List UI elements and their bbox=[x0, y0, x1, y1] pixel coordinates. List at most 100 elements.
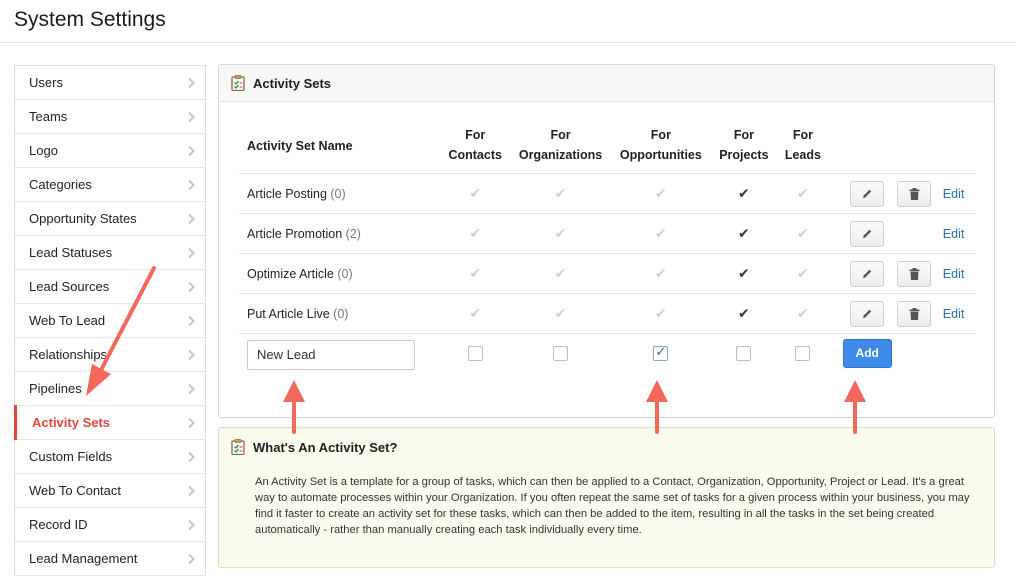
sidebar-item-label: Logo bbox=[29, 143, 58, 158]
activity-sets-panel: Activity Sets Activity Set Name For Conta… bbox=[218, 64, 995, 418]
sidebar-item-categories[interactable]: Categories bbox=[15, 168, 205, 202]
chevron-right-icon bbox=[188, 315, 195, 327]
chevron-right-icon bbox=[188, 111, 195, 123]
projects-checkbox[interactable] bbox=[736, 346, 752, 362]
sidebar-item-opportunity-states[interactable]: Opportunity States bbox=[15, 202, 205, 236]
leads-checkbox[interactable] bbox=[795, 346, 811, 362]
task-count: (2) bbox=[345, 226, 361, 241]
sidebar-item-label: Users bbox=[29, 75, 63, 90]
sidebar-item-label: Lead Statuses bbox=[29, 245, 113, 260]
sidebar-item-label: Teams bbox=[29, 109, 68, 124]
edit-pencil-button[interactable] bbox=[850, 300, 885, 327]
sidebar-item-teams[interactable]: Teams bbox=[15, 100, 205, 134]
clipboard-icon bbox=[231, 439, 245, 455]
chevron-right-icon bbox=[188, 179, 195, 191]
checkmark-icon: ✔ bbox=[469, 225, 482, 241]
checkmark-icon: ✔ bbox=[469, 185, 482, 201]
checkmark-icon: ✔ bbox=[738, 265, 750, 281]
checkmark-icon: ✔ bbox=[797, 225, 809, 241]
sidebar-item-users[interactable]: Users bbox=[15, 66, 205, 100]
task-count: (0) bbox=[330, 186, 346, 201]
column-header-organizations: For Organizations bbox=[518, 128, 603, 162]
chevron-right-icon bbox=[188, 485, 195, 497]
checkmark-icon: ✔ bbox=[554, 185, 567, 201]
sidebar-item-activity-sets[interactable]: Activity Sets bbox=[14, 405, 205, 440]
chevron-right-icon bbox=[188, 77, 195, 89]
checkmark-icon: ✔ bbox=[469, 265, 482, 281]
panel-title: Activity Sets bbox=[253, 76, 332, 91]
task-count: (0) bbox=[337, 266, 353, 281]
sidebar-item-label: Record ID bbox=[29, 517, 88, 532]
edit-link[interactable]: Edit bbox=[943, 187, 965, 201]
sidebar-item-label: Lead Sources bbox=[29, 279, 110, 294]
pencil-icon bbox=[863, 309, 872, 318]
chevron-right-icon bbox=[188, 383, 195, 395]
pencil-icon bbox=[863, 269, 872, 278]
edit-link[interactable]: Edit bbox=[943, 267, 965, 281]
sidebar-item-lead-statuses[interactable]: Lead Statuses bbox=[15, 236, 205, 270]
table-row: Article Posting (0) ✔ ✔ ✔ ✔ ✔ Edit bbox=[239, 173, 976, 214]
checkmark-icon: ✔ bbox=[655, 185, 667, 201]
table-row: Article Promotion (2) ✔ ✔ ✔ ✔ ✔ Edit bbox=[239, 213, 976, 254]
sidebar-item-record-id[interactable]: Record ID bbox=[15, 508, 205, 542]
sidebar-item-lead-sources[interactable]: Lead Sources bbox=[15, 270, 205, 304]
sidebar-item-web-to-lead[interactable]: Web To Lead bbox=[15, 304, 205, 338]
opportunities-checkbox[interactable]: ✓ bbox=[653, 344, 669, 362]
organizations-checkbox[interactable] bbox=[553, 346, 569, 362]
sidebar-item-label: Web To Contact bbox=[29, 483, 122, 498]
edit-pencil-button[interactable] bbox=[850, 220, 885, 247]
table-row: Optimize Article (0) ✔ ✔ ✔ ✔ ✔ Edit bbox=[239, 253, 976, 294]
delete-button[interactable] bbox=[897, 260, 932, 287]
info-description: An Activity Set is a template for a grou… bbox=[255, 476, 970, 536]
edit-link[interactable]: Edit bbox=[943, 307, 965, 321]
edit-pencil-button[interactable] bbox=[850, 180, 885, 207]
delete-button[interactable] bbox=[897, 300, 932, 327]
chevron-right-icon bbox=[188, 213, 195, 225]
column-header-opportunities: For Opportunities bbox=[619, 128, 702, 162]
sidebar-item-web-to-contact[interactable]: Web To Contact bbox=[15, 474, 205, 508]
sidebar-item-label: Activity Sets bbox=[32, 415, 111, 430]
sidebar-item-relationships[interactable]: Relationships bbox=[15, 338, 205, 372]
sidebar-item-custom-fields[interactable]: Custom Fields bbox=[15, 440, 205, 474]
add-button[interactable]: Add bbox=[842, 339, 892, 369]
sidebar-item-lead-management[interactable]: Lead Management bbox=[15, 542, 205, 576]
settings-sidebar: Users Teams Logo Categories Opportunity … bbox=[14, 65, 206, 576]
new-activity-set-row: ✓ Add bbox=[239, 333, 976, 374]
sidebar-item-pipelines[interactable]: Pipelines bbox=[15, 372, 205, 406]
sidebar-item-label: Pipelines bbox=[29, 381, 82, 396]
chevron-right-icon bbox=[188, 553, 195, 565]
edit-pencil-button[interactable] bbox=[850, 260, 885, 287]
activity-sets-table: Activity Set Name For Contacts For Organiz… bbox=[239, 125, 976, 374]
chevron-right-icon bbox=[188, 417, 195, 429]
checkmark-icon: ✓ bbox=[655, 344, 667, 360]
delete-button[interactable] bbox=[897, 180, 932, 207]
activity-set-name-input[interactable] bbox=[247, 339, 415, 370]
checkmark-icon: ✔ bbox=[554, 225, 567, 241]
checkmark-icon: ✔ bbox=[797, 265, 809, 281]
page-title: System Settings bbox=[14, 8, 166, 31]
activity-set-name: Article Promotion bbox=[247, 226, 343, 241]
checkmark-icon: ✔ bbox=[738, 305, 750, 321]
edit-link[interactable]: Edit bbox=[943, 227, 965, 241]
info-title: What's An Activity Set? bbox=[253, 440, 398, 455]
sidebar-item-label: Web To Lead bbox=[29, 313, 106, 328]
chevron-right-icon bbox=[188, 247, 195, 259]
chevron-right-icon bbox=[188, 451, 195, 463]
sidebar-item-label: Relationships bbox=[29, 347, 108, 362]
activity-set-name: Put Article Live bbox=[247, 306, 330, 321]
table-row: Put Article Live (0) ✔ ✔ ✔ ✔ ✔ Edit bbox=[239, 293, 976, 334]
sidebar-item-label: Lead Management bbox=[29, 551, 138, 566]
chevron-right-icon bbox=[188, 281, 195, 293]
column-header-projects: For Projects bbox=[719, 128, 769, 162]
page-header: System Settings bbox=[0, 0, 1016, 43]
checkmark-icon: ✔ bbox=[554, 265, 567, 281]
contacts-checkbox[interactable] bbox=[467, 346, 483, 362]
info-box: What's An Activity Set? An Activity Set … bbox=[218, 427, 995, 568]
trash-icon bbox=[909, 307, 920, 320]
task-count: (0) bbox=[333, 306, 349, 321]
sidebar-item-logo[interactable]: Logo bbox=[15, 134, 205, 168]
activity-set-name: Article Posting bbox=[247, 186, 327, 201]
clipboard-icon bbox=[231, 75, 245, 91]
column-header-leads: For Leads bbox=[784, 128, 821, 162]
pencil-icon bbox=[863, 189, 872, 198]
